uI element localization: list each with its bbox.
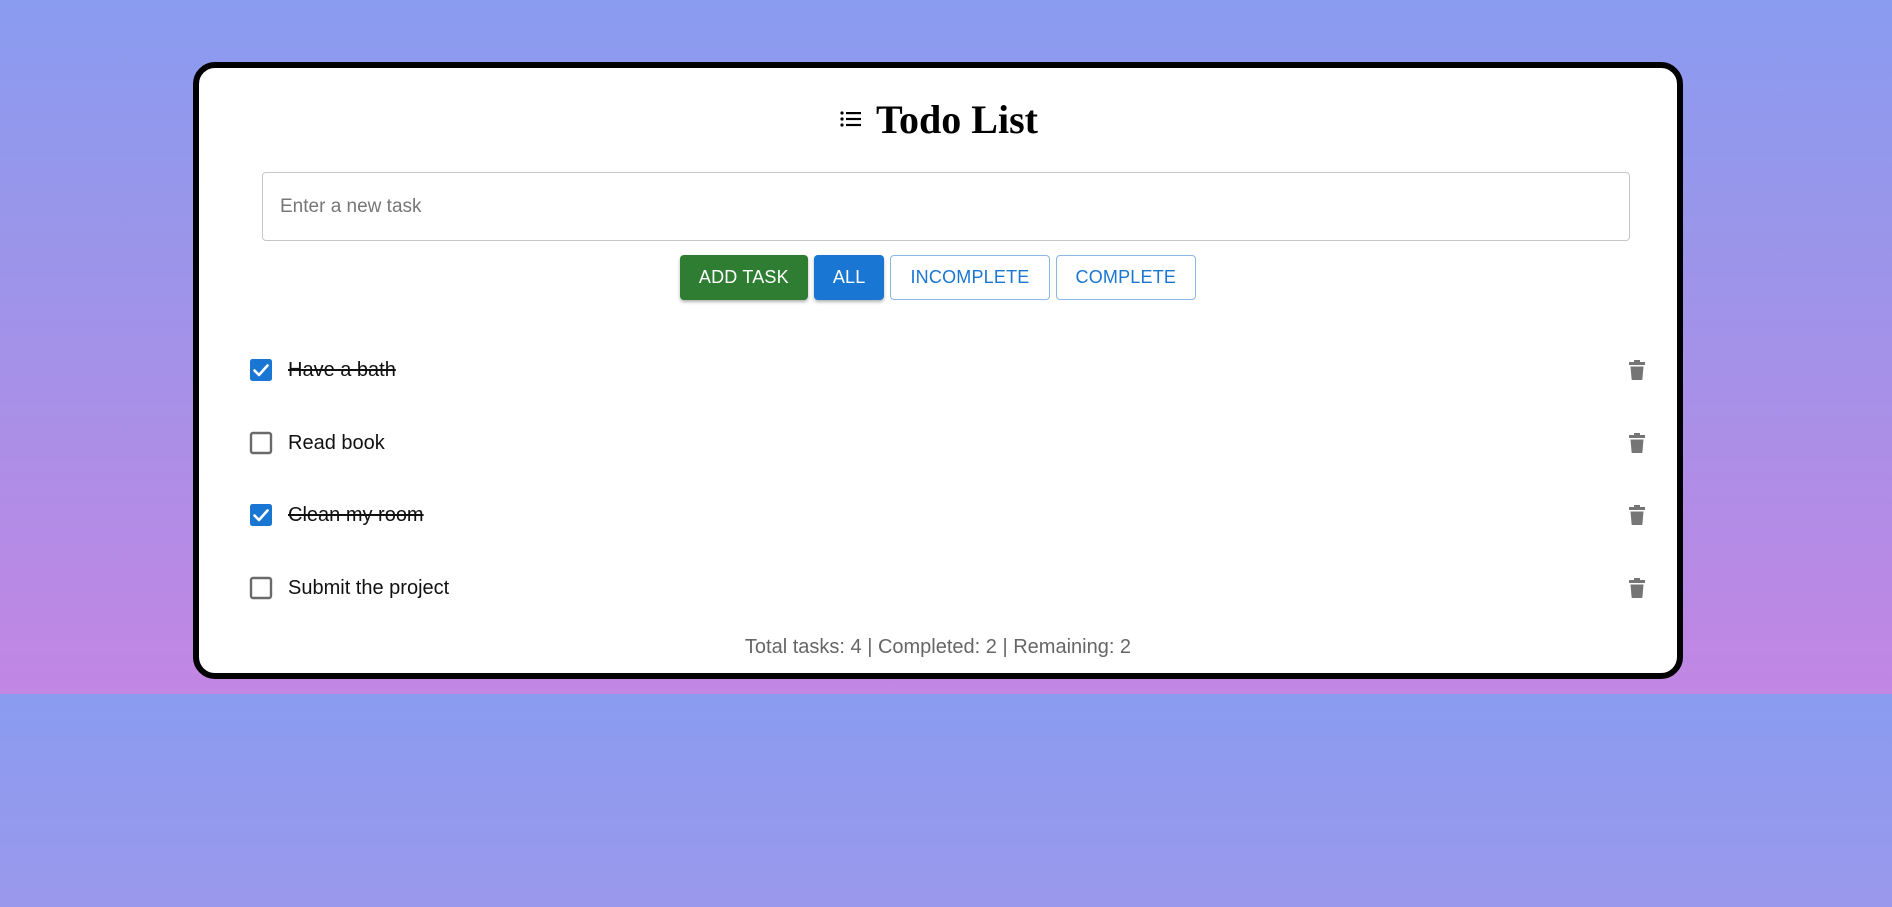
checked-checkbox-icon[interactable] [249, 503, 273, 527]
checked-checkbox-icon[interactable] [249, 358, 273, 382]
new-task-input[interactable] [262, 172, 1630, 241]
delete-icon[interactable] [1625, 503, 1649, 527]
delete-icon[interactable] [1625, 576, 1649, 600]
filter-incomplete-button[interactable]: INCOMPLETE [890, 255, 1050, 300]
task-label: Clean my room [288, 503, 424, 526]
todo-card: Todo List ADD TASK ALL INCOMPLETE COMPLE… [193, 62, 1683, 679]
list-icon [840, 111, 862, 127]
task-item: Submit the project [249, 568, 1649, 608]
action-bar: ADD TASK ALL INCOMPLETE COMPLETE [199, 255, 1677, 300]
filter-complete-button[interactable]: COMPLETE [1055, 255, 1197, 300]
filter-all-button[interactable]: ALL [813, 255, 885, 300]
delete-icon[interactable] [1625, 431, 1649, 455]
task-label: Read book [288, 431, 385, 454]
task-item: Read book [249, 423, 1649, 463]
page-title: Todo List [876, 96, 1038, 142]
task-label: Have a bath [288, 358, 396, 381]
task-item: Clean my room [249, 495, 1649, 535]
add-task-button[interactable]: ADD TASK [679, 255, 808, 300]
app-header: Todo List [199, 94, 1677, 144]
task-label: Submit the project [288, 576, 450, 599]
unchecked-checkbox-icon[interactable] [249, 431, 273, 455]
unchecked-checkbox-icon[interactable] [249, 576, 273, 600]
task-item: Have a bath [249, 350, 1649, 390]
task-stats: Total tasks: 4 | Completed: 2 | Remainin… [744, 636, 1132, 658]
delete-icon[interactable] [1625, 358, 1649, 382]
